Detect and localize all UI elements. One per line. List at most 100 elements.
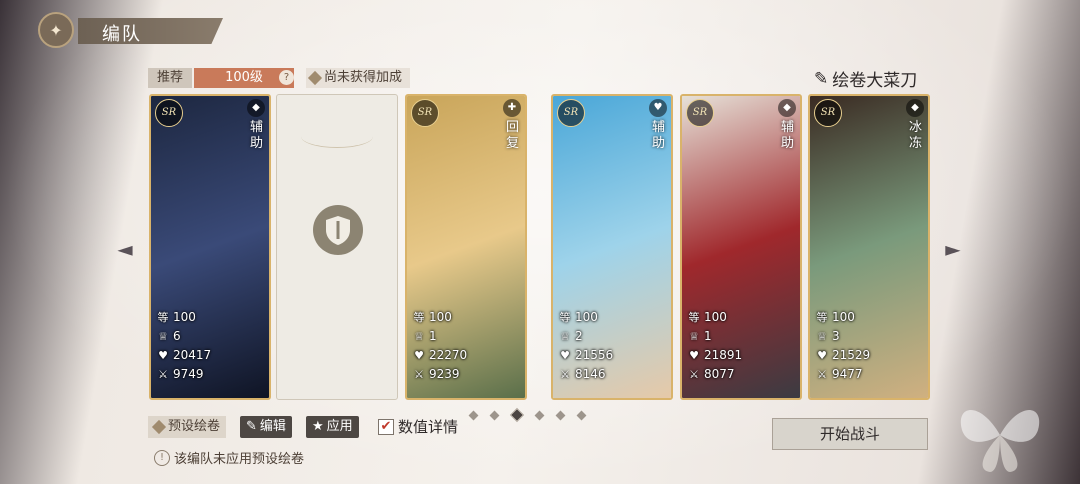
card-stats: 等 100 ♕ 2 ♥ 21556 ⚔ 8146	[559, 308, 614, 384]
card-role: 辅助	[781, 120, 795, 151]
card-hp: 21556	[575, 348, 614, 362]
card-stats: 等 100 ♕ 1 ♥ 21891 ⚔ 8077	[688, 308, 743, 384]
star-icon: ♕	[817, 330, 827, 343]
diamond-icon	[151, 419, 167, 435]
level-icon: 等	[688, 311, 700, 324]
card-role: 回复	[506, 120, 520, 151]
swords-icon: ⚔	[560, 368, 570, 381]
page-dot[interactable]	[534, 410, 545, 420]
card-level: 100	[429, 310, 452, 324]
next-page-arrow-icon[interactable]: ►	[940, 236, 966, 262]
butterfly-icon[interactable]: ✦	[38, 12, 74, 48]
team-name[interactable]: ✎ 绘卷大菜刀	[814, 66, 918, 92]
shield-icon	[313, 205, 363, 255]
heart-icon: ♥	[560, 349, 570, 362]
preset-label-text: 预设绘卷	[168, 419, 221, 434]
team-card-slot-6[interactable]: SR ◆ 冰冻 等 100 ♕ 3 ♥ 21529 ⚔ 9477	[808, 94, 930, 400]
card-stats: 等 100 ♕ 3 ♥ 21529 ⚔ 9477	[816, 308, 871, 384]
team-card-slot-1[interactable]: SR ◆ 辅助 等 100 ♕ 6 ♥ 20417 ⚔ 9749	[149, 94, 271, 400]
card-stars: 6	[173, 329, 181, 343]
card-level: 100	[575, 310, 598, 324]
bonus-status[interactable]: 尚未获得加成	[306, 68, 411, 88]
help-icon[interactable]: ?	[279, 70, 294, 85]
star-icon: ♕	[560, 330, 570, 343]
sr-rarity-icon: SR	[411, 99, 439, 127]
team-name-label: 绘卷大菜刀	[832, 71, 918, 91]
edit-label: 编辑	[259, 419, 286, 434]
warning-icon: !	[154, 449, 170, 466]
level-icon: 等	[559, 311, 571, 324]
swords-icon: ⚔	[817, 368, 827, 381]
card-role: 冰冻	[909, 120, 923, 151]
card-level: 100	[832, 310, 855, 324]
pen-icon: ✎	[814, 68, 829, 89]
recommend-label: 推荐	[148, 68, 192, 88]
title-plate	[78, 18, 223, 44]
card-role: 辅助	[250, 120, 264, 151]
details-checkbox[interactable]: ✔ 数值详情	[378, 416, 458, 437]
page-title: 编队	[102, 24, 142, 45]
page-dot[interactable]	[489, 410, 500, 420]
role-icon: ◆	[906, 99, 924, 117]
page-dot[interactable]	[509, 407, 525, 423]
team-card-slot-3[interactable]: SR ✚ 回复 等 100 ♕ 1 ♥ 22270 ⚔ 9239	[405, 94, 527, 400]
team-card-slot-4[interactable]: SR ♥ 辅助 等 100 ♕ 2 ♥ 21556 ⚔ 8146	[551, 94, 673, 400]
card-atk: 8077	[704, 367, 735, 381]
card-stars: 1	[704, 329, 712, 343]
heart-icon: ♥	[158, 349, 168, 362]
level-icon: 等	[413, 311, 425, 324]
level-icon: 等	[157, 311, 169, 324]
notice-text: 该编队未应用预设绘卷	[174, 452, 305, 467]
ornament	[301, 125, 373, 148]
page-dot[interactable]	[555, 410, 566, 420]
apply-label: 应用	[326, 419, 353, 434]
card-hp: 21891	[704, 348, 743, 362]
card-level: 100	[173, 310, 196, 324]
star-icon: ♕	[414, 330, 424, 343]
team-card-slot-5[interactable]: SR ◆ 辅助 等 100 ♕ 1 ♥ 21891 ⚔ 8077	[680, 94, 802, 400]
heart-icon: ♥	[414, 349, 424, 362]
preset-label: 预设绘卷	[148, 416, 227, 438]
card-stars: 3	[832, 329, 840, 343]
card-atk: 9239	[429, 367, 460, 381]
preset-notice: ! 该编队未应用预设绘卷	[154, 448, 304, 467]
star-badge-icon: ★	[312, 419, 324, 434]
card-stats: 等 100 ♕ 1 ♥ 22270 ⚔ 9239	[413, 308, 468, 384]
card-hp: 21529	[832, 348, 871, 362]
page-dot[interactable]	[576, 410, 587, 420]
checkmark-icon: ✔	[378, 418, 394, 435]
diamond-icon	[307, 70, 323, 86]
star-icon: ♕	[158, 330, 168, 343]
start-battle-button[interactable]: 开始战斗	[772, 418, 928, 450]
edit-icon: ✎	[246, 419, 257, 434]
role-icon: ✚	[503, 99, 521, 117]
swords-icon: ⚔	[689, 368, 699, 381]
card-stars: 2	[575, 329, 583, 343]
heart-icon: ♥	[817, 349, 827, 362]
page-indicator	[468, 407, 587, 423]
apply-preset-button[interactable]: ★ 应用	[306, 416, 359, 438]
swords-icon: ⚔	[158, 368, 168, 381]
star-icon: ♕	[689, 330, 699, 343]
card-stats: 等 100 ♕ 6 ♥ 20417 ⚔ 9749	[157, 308, 212, 384]
bonus-label: 尚未获得加成	[324, 70, 403, 85]
card-atk: 9477	[832, 367, 863, 381]
details-label: 数值详情	[398, 418, 459, 436]
role-icon: ◆	[247, 99, 265, 117]
card-role: 辅助	[652, 120, 666, 151]
card-atk: 9749	[173, 367, 204, 381]
sr-rarity-icon: SR	[557, 99, 585, 127]
butterfly-decoration-icon	[960, 410, 1040, 472]
prev-page-arrow-icon[interactable]: ◄	[112, 236, 138, 262]
swords-icon: ⚔	[414, 368, 424, 381]
role-icon: ◆	[778, 99, 796, 117]
heart-icon: ♥	[689, 349, 699, 362]
page-dot[interactable]	[468, 410, 479, 420]
card-hp: 22270	[429, 348, 468, 362]
card-atk: 8146	[575, 367, 606, 381]
level-icon: 等	[816, 311, 828, 324]
sr-rarity-icon: SR	[155, 99, 183, 127]
empty-team-slot[interactable]	[276, 94, 398, 400]
card-level: 100	[704, 310, 727, 324]
edit-preset-button[interactable]: ✎ 编辑	[240, 416, 292, 438]
